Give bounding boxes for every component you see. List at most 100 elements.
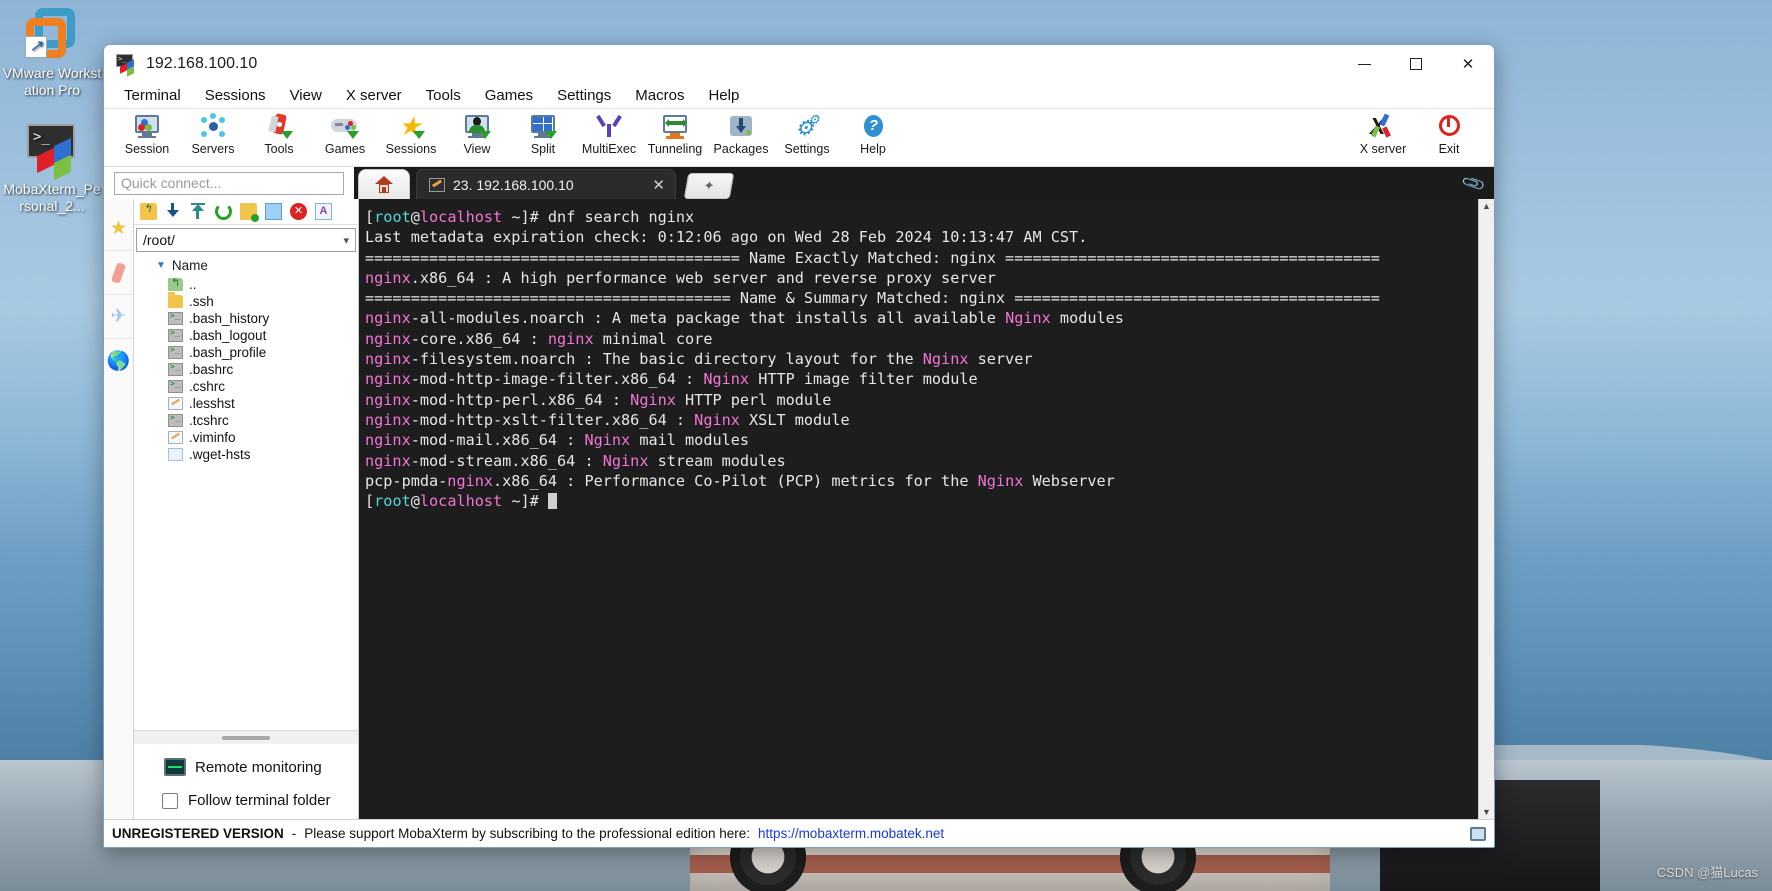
follow-terminal-folder-checkbox[interactable] <box>162 792 178 809</box>
quick-connect-input[interactable]: Quick connect... <box>114 171 344 195</box>
menu-tools[interactable]: Tools <box>414 85 473 106</box>
terminal-scrollbar[interactable]: ▲ ▼ <box>1478 199 1494 819</box>
list-item[interactable]: .bash_logout <box>134 327 358 344</box>
terminal-text: Webserver <box>1023 471 1115 490</box>
terminal-text: -mod-http-image-filter.x86_64 : <box>410 370 704 389</box>
list-item[interactable]: .wget-hsts <box>134 446 358 463</box>
list-item[interactable]: .ssh <box>134 292 358 310</box>
new-tab-button[interactable]: ✦ <box>683 173 735 199</box>
sftp-plane-icon[interactable]: ✈ <box>104 295 133 339</box>
download-icon[interactable] <box>165 203 182 220</box>
toolbar-games[interactable]: Games <box>312 113 378 156</box>
new-file-icon[interactable] <box>265 203 282 220</box>
toolbar-label: Settings <box>784 142 830 156</box>
toolbar-label: Tools <box>264 142 294 156</box>
terminal-tab[interactable]: 23. 192.168.100.10 ✕ <box>416 169 676 199</box>
toolbar-settings[interactable]: ⚙ ⚙ Settings <box>774 113 840 156</box>
toolbar-exit[interactable]: Exit <box>1416 113 1482 156</box>
terminal-output[interactable]: [root@localhost ~]# dnf search nginx Last… <box>359 199 1478 819</box>
chevron-down-icon[interactable]: ▾ <box>343 234 349 247</box>
toolbar-tools[interactable]: Tools <box>246 113 312 156</box>
scroll-up-icon[interactable]: ▲ <box>1482 201 1491 211</box>
script-file-icon <box>168 362 183 376</box>
terminal-text: HTTP perl module <box>675 390 832 409</box>
favorites-star-icon[interactable]: ★ <box>104 207 133 251</box>
maximize-button[interactable] <box>1390 45 1442 83</box>
mobaxterm-link[interactable]: https://mobaxterm.mobatek.net <box>758 826 944 841</box>
minimize-button[interactable] <box>1338 45 1390 83</box>
parent-folder-icon <box>168 276 183 291</box>
terminal-text: localhost <box>419 492 503 511</box>
script-file-icon <box>168 345 183 359</box>
tools-knife-icon <box>264 113 294 141</box>
terminal-tab-icon <box>429 177 445 192</box>
toolbar-tunneling[interactable]: Tunneling <box>642 113 708 156</box>
toolbar-multiexec[interactable]: MultiExec <box>576 113 642 156</box>
terminal-text: minimal core <box>593 329 713 348</box>
toolbar-xserver[interactable]: X X server <box>1350 113 1416 156</box>
desktop-icon-vmware[interactable]: ↗ VMware Workstation Pro <box>2 6 102 99</box>
desktop-icon-label: VMware Workstation Pro <box>2 65 102 98</box>
terminal-text: nginx <box>365 309 411 328</box>
list-item[interactable]: .viminfo <box>134 429 358 446</box>
menu-games[interactable]: Games <box>473 85 545 106</box>
terminal-line: nginx-mod-mail.x86_64 : Nginx mail modul… <box>365 430 1478 450</box>
scroll-down-icon[interactable]: ▼ <box>1482 807 1491 817</box>
text-edit-icon[interactable]: A <box>315 203 332 220</box>
menu-view[interactable]: View <box>278 85 334 106</box>
home-tab-button[interactable] <box>358 169 410 199</box>
toolbar-sessions[interactable]: ★ Sessions <box>378 113 444 156</box>
toolbar-packages[interactable]: Packages <box>708 113 774 156</box>
delete-icon[interactable]: ✕ <box>290 203 307 220</box>
menu-x-server[interactable]: X server <box>334 85 414 106</box>
window-controls: ✕ <box>1338 45 1494 83</box>
path-selector[interactable]: /root/ ▾ <box>136 228 356 252</box>
session-icon <box>132 113 162 141</box>
globe-icon[interactable]: 🌎 <box>105 339 133 383</box>
terminal-text: modules <box>1050 309 1124 328</box>
text-file-icon <box>168 397 183 410</box>
terminal-text: @ <box>410 208 420 226</box>
sidebar-splitter[interactable] <box>134 730 358 744</box>
list-item[interactable]: .. <box>134 276 358 293</box>
column-header-name[interactable]: ▼ Name <box>134 255 358 276</box>
remote-monitoring-button[interactable]: Remote monitoring <box>134 752 358 786</box>
paperclip-icon[interactable]: 📎 <box>1460 170 1487 197</box>
terminal-tab-close-icon[interactable]: ✕ <box>628 176 665 194</box>
menu-sessions[interactable]: Sessions <box>193 85 278 106</box>
list-item[interactable]: .tcshrc <box>134 412 358 429</box>
tools-knife-icon[interactable] <box>104 251 133 295</box>
toolbar-view[interactable]: View <box>444 113 510 156</box>
toolbar-label: Games <box>324 142 366 156</box>
desktop-icon-mobaxterm[interactable]: MobaXterm_Personal_2... <box>2 122 102 215</box>
upload-icon[interactable] <box>190 203 207 220</box>
list-item[interactable]: .lesshst <box>134 395 358 412</box>
split-icon <box>528 113 558 141</box>
list-item[interactable]: .bash_history <box>134 310 358 327</box>
list-item[interactable]: .bashrc <box>134 361 358 378</box>
menu-macros[interactable]: Macros <box>623 85 696 106</box>
menu-settings[interactable]: Settings <box>545 85 623 106</box>
terminal-text: nginx <box>365 370 411 389</box>
close-button[interactable]: ✕ <box>1442 45 1494 83</box>
list-item[interactable]: .bash_profile <box>134 344 358 361</box>
menu-help[interactable]: Help <box>696 85 751 106</box>
menu-terminal[interactable]: Terminal <box>112 85 193 106</box>
sort-triangle-icon: ▼ <box>156 260 166 271</box>
status-dash: - <box>291 826 297 841</box>
refresh-icon[interactable] <box>215 203 232 220</box>
terminal-line: nginx-mod-stream.x86_64 : Nginx stream m… <box>365 451 1478 471</box>
toolbar-session[interactable]: Session <box>114 113 180 156</box>
display-status-icon[interactable] <box>1470 826 1486 841</box>
toolbar-help[interactable]: ? Help <box>840 113 906 156</box>
file-name: .cshrc <box>189 379 226 394</box>
list-item[interactable]: .cshrc <box>134 378 358 395</box>
terminal-text: root <box>374 208 411 226</box>
new-folder-icon[interactable] <box>240 203 259 222</box>
file-name: .viminfo <box>189 430 236 445</box>
terminal-text: nginx <box>365 410 411 429</box>
follow-terminal-folder-row[interactable]: Follow terminal folder <box>134 786 358 819</box>
upload-parent-icon[interactable]: ↰ <box>140 203 157 220</box>
toolbar-servers[interactable]: Servers <box>180 113 246 156</box>
toolbar-split[interactable]: Split <box>510 113 576 156</box>
